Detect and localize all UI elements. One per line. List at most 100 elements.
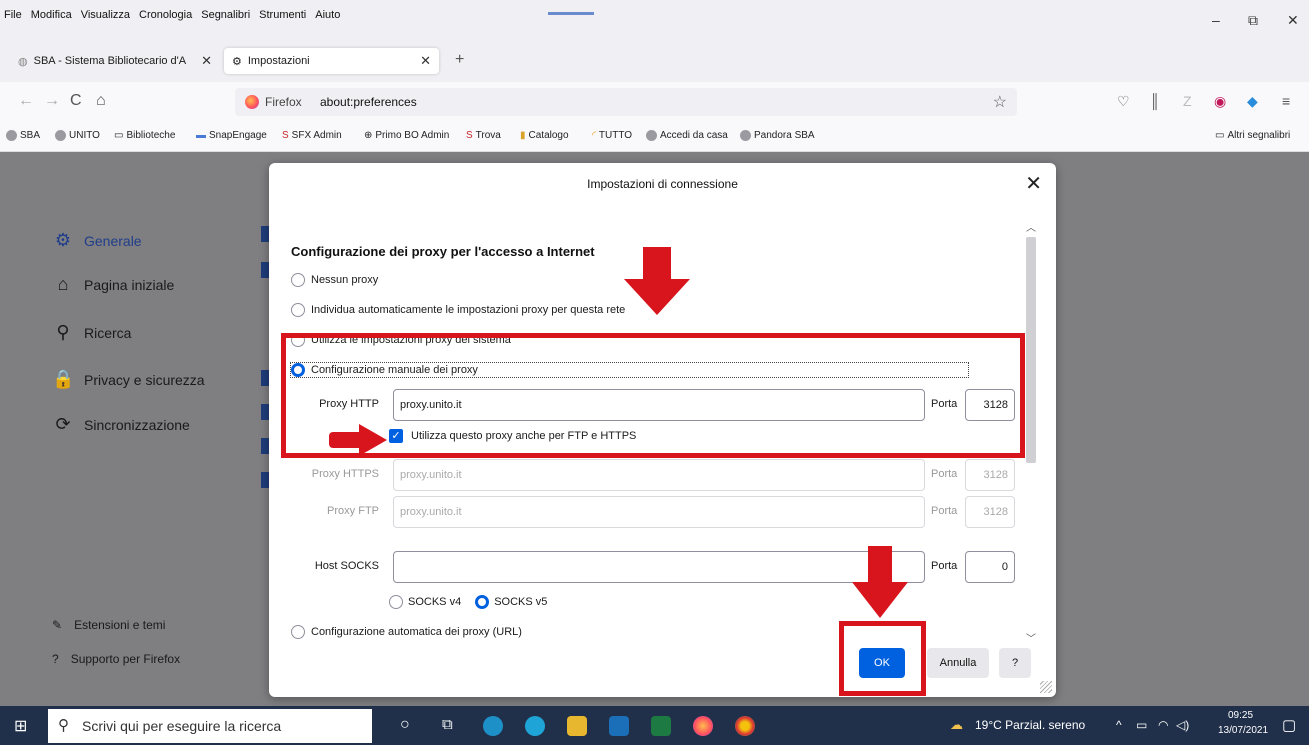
sidebar-item-ricerca[interactable]: ⚲ Ricerca	[52, 322, 131, 343]
network-icon[interactable]: ◠	[1158, 718, 1168, 732]
menu-segnalibri[interactable]: Segnalibri	[201, 9, 250, 21]
sidebar-item-pagina-iniziale[interactable]: ⌂ Pagina iniziale	[52, 274, 175, 295]
puzzle-icon: ✎	[52, 618, 63, 632]
dialog-close-button[interactable]: ✕	[1025, 171, 1042, 196]
background-checkbox	[261, 472, 269, 488]
chrome-icon[interactable]	[735, 716, 755, 736]
radio-button[interactable]	[291, 625, 305, 639]
tab-bar: ◍ SBA - Sistema Bibliotecario d'A ✕ ⚙ Im…	[0, 34, 1309, 82]
sidebar-extensions[interactable]: ✎ Estensioni e temi	[52, 618, 165, 632]
cancel-button[interactable]: Annulla	[927, 648, 989, 678]
radio-auto-detect[interactable]: Individua automaticamente le impostazion…	[291, 303, 625, 317]
task-view-icon[interactable]: ⧉	[442, 716, 453, 733]
bookmark-primo-bo-admin[interactable]: ⊕ Primo BO Admin	[364, 130, 449, 141]
tab-close-icon[interactable]: ✕	[420, 53, 431, 69]
mail-icon[interactable]	[609, 716, 629, 736]
bookmark-catalogo[interactable]: ▮ Catalogo	[520, 130, 569, 141]
pocket-icon[interactable]: ♡	[1117, 93, 1130, 110]
background-checkbox	[261, 226, 269, 242]
url-bar[interactable]: Firefox about:preferences ☆	[235, 88, 1017, 116]
volume-icon[interactable]: ◁)	[1176, 718, 1189, 732]
battery-icon[interactable]: ▭	[1136, 718, 1147, 732]
taskbar-search[interactable]: ⚲ Scrivi qui per eseguire la ricerca	[48, 709, 372, 743]
sidebar-item-privacy[interactable]: 🔒 Privacy e sicurezza	[52, 369, 205, 390]
menu-cronologia[interactable]: Cronologia	[139, 9, 192, 21]
reload-button[interactable]: C	[70, 92, 82, 110]
tab-impostazioni[interactable]: ⚙ Impostazioni ✕	[224, 48, 439, 74]
help-button[interactable]: ?	[999, 648, 1031, 678]
socks-v5-option[interactable]: SOCKS v5	[475, 595, 547, 609]
bookmark-sba[interactable]: SBA	[6, 130, 40, 141]
bookmark-pandora-sba[interactable]: Pandora SBA	[740, 130, 815, 141]
zotero-icon[interactable]: Z	[1183, 93, 1192, 109]
home-button[interactable]: ⌂	[96, 92, 106, 110]
globe-icon: ⊕	[364, 130, 373, 141]
minimize-button[interactable]: –	[1212, 12, 1220, 28]
tab-sba[interactable]: ◍ SBA - Sistema Bibliotecario d'A ✕	[10, 48, 220, 74]
scroll-down-icon[interactable]: ﹀	[1026, 630, 1036, 645]
windows-start-icon[interactable]: ⊞	[14, 716, 27, 736]
bookmark-snapengage[interactable]: ▬ SnapEngage	[196, 130, 267, 141]
bookmark-sfx-admin[interactable]: S SFX Admin	[282, 130, 342, 141]
tray-chevron-icon[interactable]: ^	[1116, 718, 1122, 732]
back-button[interactable]: ←	[18, 92, 34, 110]
radio-button-selected[interactable]	[475, 595, 490, 609]
socks-host-input[interactable]	[393, 551, 925, 583]
file-explorer-icon[interactable]	[567, 716, 587, 736]
other-bookmarks[interactable]: ▭ Altri segnalibri	[1215, 130, 1290, 141]
sidebar-item-generale[interactable]: ⚙ Generale	[52, 230, 142, 251]
menu-visualizza[interactable]: Visualizza	[81, 9, 130, 21]
menu-aiuto[interactable]: Aiuto	[315, 9, 340, 21]
sidebar-item-sincronizzazione[interactable]: ⟳ Sincronizzazione	[52, 414, 190, 435]
https-proxy-row: Proxy HTTPS proxy.unito.it Porta 3128	[291, 459, 1019, 491]
bookmark-trova[interactable]: S Trova	[466, 130, 501, 141]
excel-icon[interactable]	[651, 716, 671, 736]
cortana-icon[interactable]: ○	[400, 716, 410, 734]
folder-icon: ▭	[1215, 130, 1225, 141]
clock-time[interactable]: 09:25	[1228, 710, 1253, 721]
sidebar-item-label: Sincronizzazione	[84, 416, 190, 433]
tab-close-icon[interactable]: ✕	[201, 53, 212, 69]
sidebar-support[interactable]: ? Supporto per Firefox	[52, 652, 180, 666]
weather-text[interactable]: 19°C Parzial. sereno	[975, 718, 1085, 732]
menu-file[interactable]: File	[4, 9, 22, 21]
extension-icon[interactable]: ◉	[1214, 93, 1226, 110]
bookmark-biblioteche[interactable]: ▭ Biblioteche	[114, 130, 175, 141]
bookmark-tutto[interactable]: ◜ TUTTO	[592, 130, 632, 141]
forward-button[interactable]: →	[44, 92, 60, 110]
firefox-taskbar-icon[interactable]	[693, 716, 713, 736]
dialog-scrollbar[interactable]: ︿ ﹀	[1026, 223, 1036, 645]
socks-v4-option[interactable]: SOCKS v4	[389, 595, 461, 609]
socks-port-input[interactable]: 0	[965, 551, 1015, 583]
radio-no-proxy[interactable]: Nessun proxy	[291, 273, 378, 287]
radio-button[interactable]	[291, 273, 305, 287]
menu-strumenti[interactable]: Strumenti	[259, 9, 306, 21]
background-checkbox	[261, 404, 269, 420]
menu-modifica[interactable]: Modifica	[31, 9, 72, 21]
radio-pac-url[interactable]: Configurazione automatica dei proxy (URL…	[291, 625, 522, 639]
sidebar-item-label: Pagina iniziale	[84, 276, 175, 293]
close-window-button[interactable]: ✕	[1287, 12, 1299, 29]
bookmark-unito[interactable]: UNITO	[55, 130, 100, 141]
clock-date[interactable]: 13/07/2021	[1218, 725, 1268, 736]
background-checkbox	[261, 370, 269, 386]
sync-icon: ⟳	[55, 414, 71, 434]
radio-button[interactable]	[291, 303, 305, 317]
scroll-up-icon[interactable]: ︿	[1026, 219, 1036, 234]
resize-grip[interactable]	[1040, 681, 1052, 693]
bookmark-accedi-da-casa[interactable]: Accedi da casa	[646, 130, 728, 141]
restore-button[interactable]: ⧉	[1248, 12, 1258, 29]
radio-button[interactable]	[389, 595, 403, 609]
extension-2-icon[interactable]: ◆	[1247, 93, 1258, 110]
bookmark-star-icon[interactable]: ☆	[993, 92, 1007, 112]
scrollbar-thumb[interactable]	[1026, 237, 1036, 463]
new-tab-button[interactable]: +	[455, 51, 464, 69]
library-icon[interactable]: ║	[1150, 93, 1160, 109]
edge-icon[interactable]	[525, 716, 545, 736]
sidebar-item-label: Ricerca	[84, 324, 132, 341]
url-text[interactable]: about:preferences	[320, 95, 417, 109]
globe-icon: ◍	[18, 55, 28, 68]
notification-icon[interactable]: ▢	[1282, 716, 1296, 734]
hamburger-menu-icon[interactable]: ≡	[1282, 93, 1290, 109]
chrome-like-app-icon[interactable]	[483, 716, 503, 736]
